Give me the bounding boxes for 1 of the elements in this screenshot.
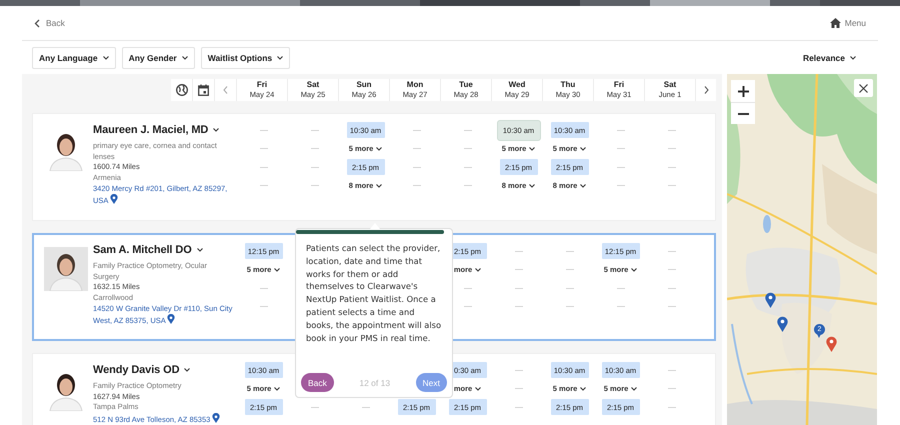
step-counter: 12 of 13 <box>359 378 390 388</box>
